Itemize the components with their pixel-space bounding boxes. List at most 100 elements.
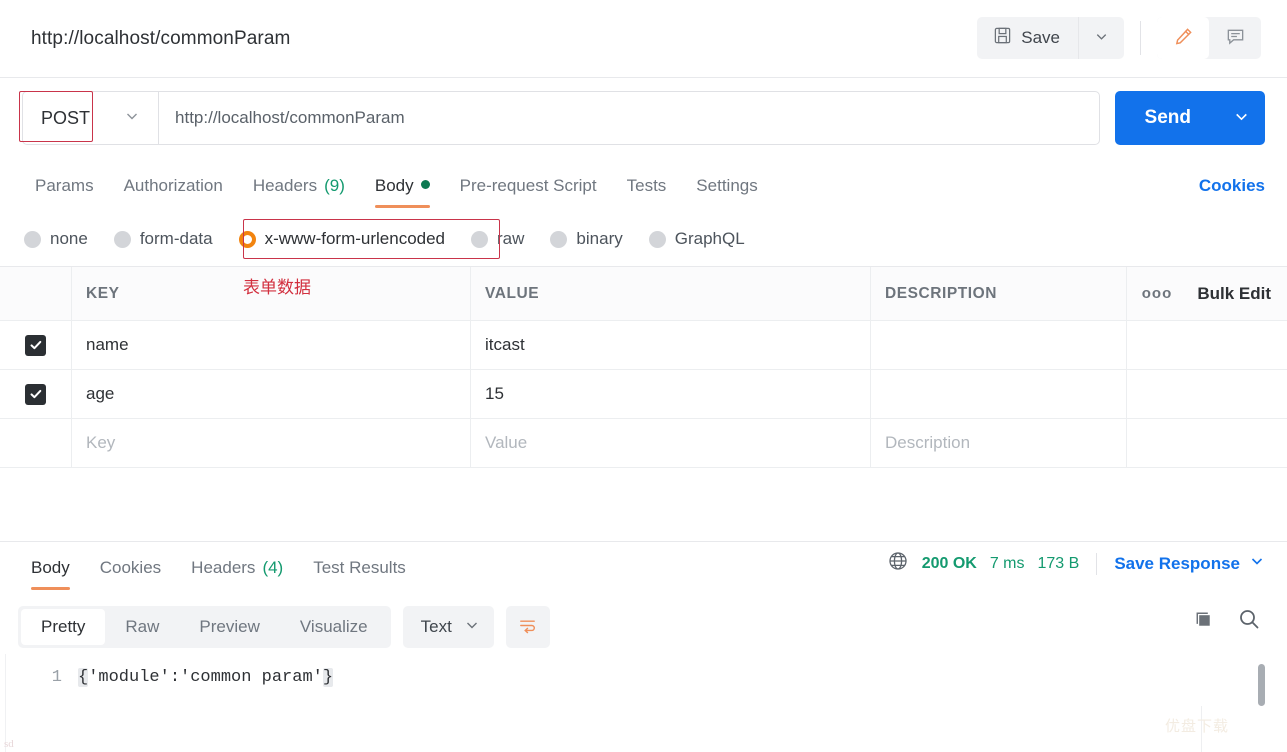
row-spacer [1127, 370, 1187, 418]
tab-params[interactable]: Params [20, 176, 109, 208]
response-tab-cookies[interactable]: Cookies [85, 558, 176, 590]
radio-icon [648, 230, 666, 248]
body-indicator-dot [420, 180, 430, 189]
close-brace: } [322, 668, 334, 687]
tab-headers[interactable]: Headers (9) [238, 176, 360, 208]
word-wrap-button[interactable] [505, 606, 550, 648]
body-type-label: form-data [139, 229, 213, 248]
send-options-button[interactable] [1217, 91, 1265, 145]
new-row-description-input[interactable]: Description [871, 419, 1127, 467]
response-tab-test-results[interactable]: Test Results [298, 558, 421, 590]
chevron-down-icon [1233, 108, 1250, 128]
format-tab-pretty[interactable]: Pretty [21, 609, 106, 645]
format-tab-raw[interactable]: Raw [105, 609, 179, 645]
edit-mode-button[interactable] [1157, 17, 1209, 59]
copy-icon[interactable] [1192, 608, 1215, 636]
chevron-down-icon [464, 617, 480, 638]
row-checkbox[interactable] [25, 334, 46, 356]
floppy-disk-icon [993, 26, 1012, 50]
save-options-button[interactable] [1078, 17, 1124, 59]
header-cell-key: KEY [72, 267, 471, 320]
radio-icon [24, 230, 41, 248]
url-input[interactable] [158, 91, 1100, 145]
response-tab-body[interactable]: Body [16, 558, 85, 590]
code-content: {'module':'common param'} [78, 668, 334, 687]
radio-icon [471, 230, 489, 248]
response-tab-headers[interactable]: Headers (4) [176, 558, 298, 590]
response-viewer-actions [1192, 607, 1261, 636]
save-response-button[interactable]: Save Response [1114, 553, 1265, 574]
pencil-icon [1173, 26, 1194, 50]
new-row-value-input[interactable]: Value [471, 419, 871, 467]
body-type-label: GraphQL [674, 229, 745, 248]
request-tab-bar: Params Authorization Headers (9) Body Pr… [0, 160, 1287, 208]
format-tab-visualize[interactable]: Visualize [280, 609, 388, 645]
bulk-edit-button[interactable]: Bulk Edit [1197, 284, 1271, 304]
response-meta: 200 OK 7 ms 173 B Save Response [887, 550, 1265, 577]
response-headers-count: (4) [262, 558, 284, 577]
row-spacer [1127, 419, 1187, 467]
response-viewer-toolbar: Pretty Raw Preview Visualize Text [0, 600, 1287, 654]
row-end-spacer [1187, 419, 1287, 467]
tab-body[interactable]: Body [360, 176, 445, 208]
tab-label: Settings [696, 176, 758, 195]
body-type-label: raw [497, 229, 525, 248]
row-value[interactable]: itcast [471, 321, 871, 369]
comment-button[interactable] [1209, 17, 1261, 59]
content-type-selector[interactable]: Text [402, 606, 494, 648]
body-type-graphql[interactable]: GraphQL [648, 229, 745, 249]
radio-selected-icon [238, 230, 256, 248]
method-dropdown-caret[interactable] [106, 108, 158, 129]
body-type-raw[interactable]: raw [471, 229, 524, 249]
send-button[interactable]: Send [1115, 91, 1217, 145]
table-row: name itcast [0, 321, 1287, 370]
response-size: 173 B [1037, 554, 1080, 572]
tab-tests[interactable]: Tests [612, 176, 682, 208]
code-line: 1 {'module':'common param'} [0, 654, 1287, 687]
search-icon[interactable] [1237, 607, 1261, 636]
open-brace: { [78, 668, 89, 687]
response-body-viewer[interactable]: 1 {'module':'common param'} [0, 654, 1287, 752]
tab-label: Body [31, 558, 70, 577]
row-description[interactable] [871, 370, 1127, 418]
page-title: http://localhost/commonParam [31, 27, 291, 49]
comment-icon [1225, 26, 1246, 50]
row-value[interactable]: 15 [471, 370, 871, 418]
table-row: age 15 [0, 370, 1287, 419]
row-key[interactable]: name [72, 321, 471, 369]
save-button-label: Save [1021, 28, 1060, 47]
body-type-x-www-form-urlencoded[interactable]: x-www-form-urlencoded [238, 229, 445, 249]
code-scrollbar[interactable] [1258, 664, 1265, 706]
cookies-link[interactable]: Cookies [1199, 176, 1265, 196]
divider [1140, 21, 1141, 55]
new-row-key-input[interactable]: Key [72, 419, 471, 467]
table-options-button[interactable]: ooo [1127, 267, 1187, 320]
status-code: 200 OK [921, 554, 977, 572]
tab-label: Test Results [313, 558, 406, 577]
body-type-none[interactable]: none [24, 229, 88, 249]
bulk-edit-cell: Bulk Edit [1187, 267, 1287, 320]
header-cell-description: DESCRIPTION [871, 267, 1127, 320]
save-button[interactable]: Save [977, 17, 1078, 59]
tab-pre-request-script[interactable]: Pre-request Script [445, 176, 612, 208]
method-selector[interactable]: POST [22, 91, 159, 145]
row-checkbox[interactable] [25, 383, 46, 405]
line-number: 1 [51, 668, 62, 687]
row-spacer [1127, 321, 1187, 369]
content-type-value: Text [420, 617, 452, 636]
response-time: 7 ms [989, 554, 1025, 572]
body-type-label: binary [576, 229, 623, 248]
view-mode-buttons [1157, 17, 1261, 59]
format-tab-preview[interactable]: Preview [179, 609, 279, 645]
tab-authorization[interactable]: Authorization [109, 176, 238, 208]
body-type-form-data[interactable]: form-data [113, 229, 213, 249]
body-type-binary[interactable]: binary [550, 229, 623, 249]
save-button-group: Save [977, 17, 1124, 59]
tab-settings[interactable]: Settings [681, 176, 772, 208]
row-description[interactable] [871, 321, 1127, 369]
header-cell-select [0, 267, 72, 320]
body-type-radio-group: none form-data x-www-form-urlencoded raw… [0, 213, 1287, 265]
ellipsis-icon: ooo [1141, 285, 1173, 302]
radio-icon [550, 230, 568, 248]
row-key[interactable]: age [72, 370, 471, 418]
